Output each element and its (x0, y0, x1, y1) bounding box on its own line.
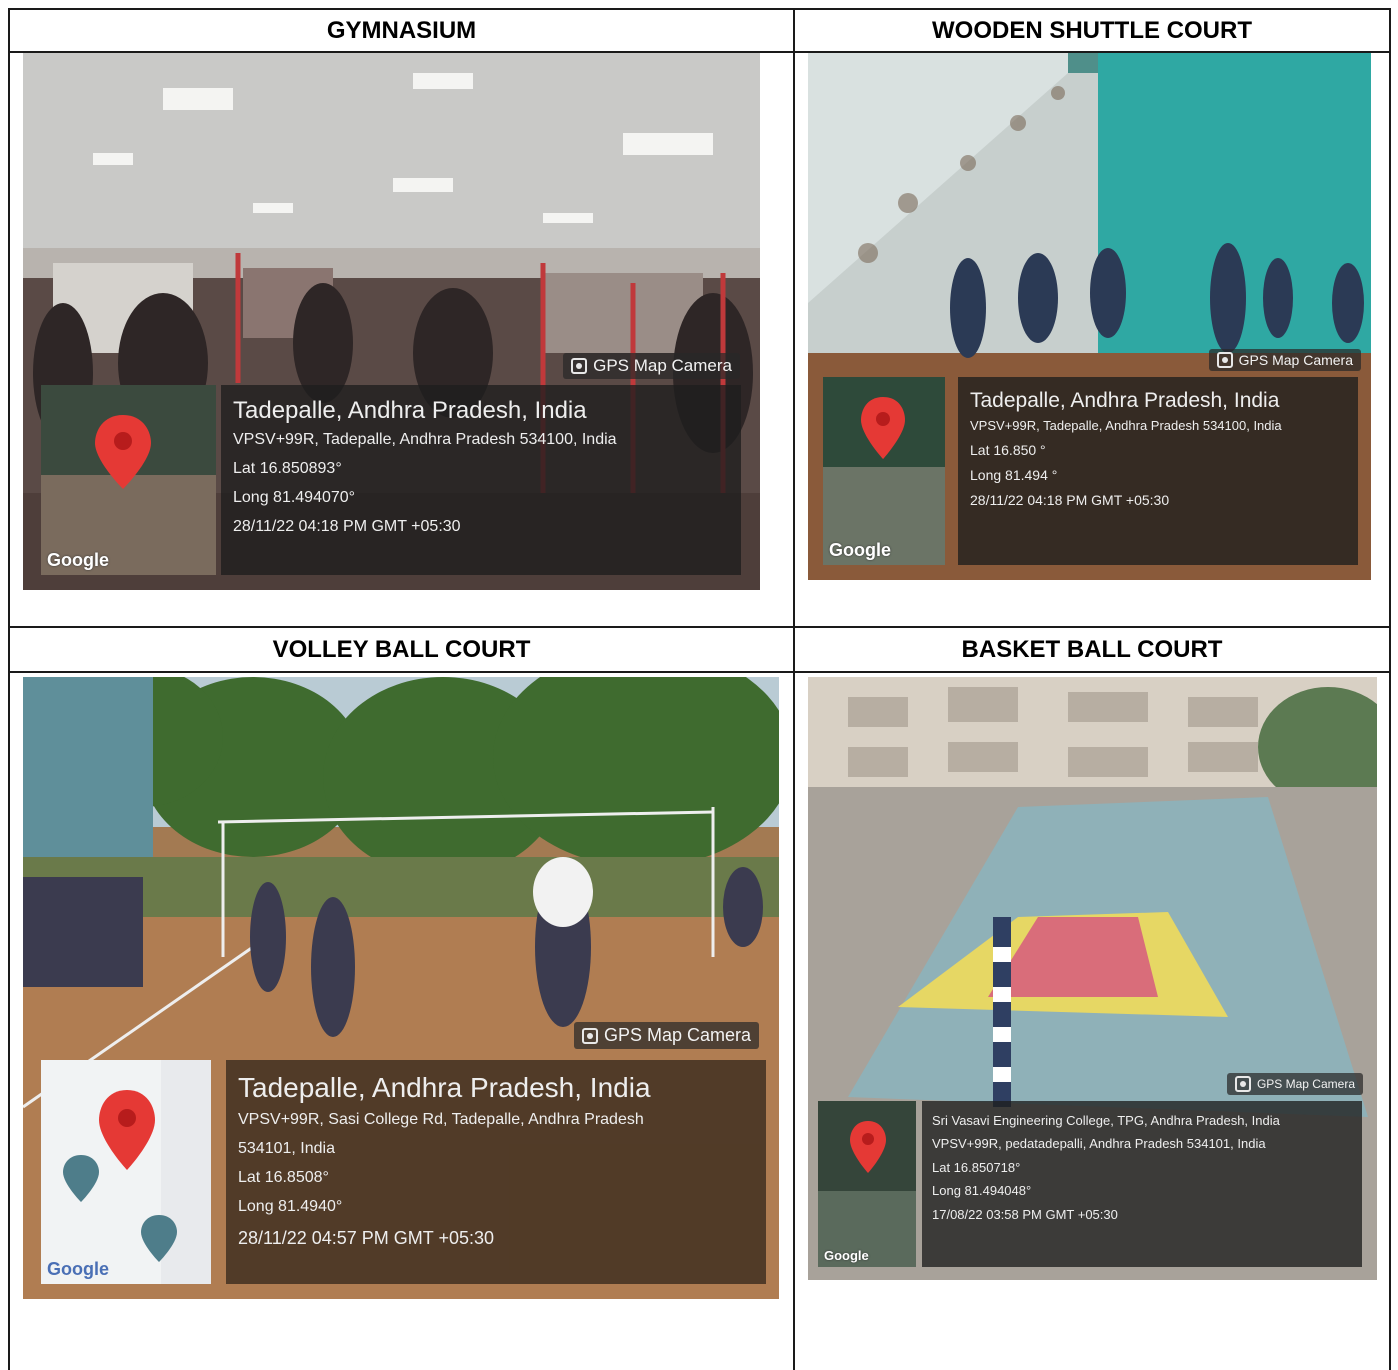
badge-label: GPS Map Camera (603, 1025, 751, 1045)
header-volley-ball-court: VOLLEY BALL COURT (272, 635, 531, 663)
place-name: Sri Vasavi Engineering College, TPG, And… (932, 1113, 1280, 1128)
table-header-rule-2 (8, 671, 1391, 673)
badge-label: GPS Map Camera (1256, 1077, 1355, 1091)
header-gymnasium: GYMNASIUM (326, 16, 477, 44)
place-name: Tadepalle, Andhra Pradesh, India (233, 397, 587, 424)
address-line: VPSV+99R, Sasi College Rd, Tadepalle, An… (238, 1111, 644, 1129)
photo-gymnasium: GPS Map Camera Google Tadepalle, Andhra … (23, 53, 760, 590)
google-logo: Google (47, 1259, 109, 1279)
header-basket-ball-court: BASKET BALL COURT (961, 635, 1223, 663)
address-line-2: 534101, India (238, 1140, 335, 1158)
map-thumbnail: Google (823, 377, 945, 565)
location-info-panel: Tadepalle, Andhra Pradesh, India VPSV+99… (226, 1060, 766, 1284)
longitude: Long 81.4940° (238, 1197, 343, 1215)
gps-map-camera-badge: GPS Map Camera (573, 1022, 759, 1049)
google-logo: Google (824, 1248, 869, 1263)
longitude: Long 81.494 ° (970, 466, 1058, 483)
latitude: Lat 16.8508° (238, 1168, 329, 1186)
place-name: Tadepalle, Andhra Pradesh, India (238, 1072, 651, 1103)
gps-map-camera-badge: GPS Map Camera (1226, 1073, 1363, 1095)
map-thumbnail: Google (41, 1060, 211, 1284)
gps-map-camera-badge: GPS Map Camera (563, 353, 740, 379)
table-border-right (1389, 8, 1391, 1370)
badge-label: GPS Map Camera (593, 356, 732, 375)
map-thumbnail: Google (818, 1101, 916, 1267)
gps-map-camera-badge: GPS Map Camera (1208, 349, 1361, 371)
timestamp: 28/11/22 04:18 PM GMT +05:30 (970, 492, 1170, 509)
google-logo: Google (829, 540, 891, 560)
table-border-left (8, 8, 10, 1370)
longitude: Long 81.494048° (932, 1183, 1032, 1199)
location-info-panel: Tadepalle, Andhra Pradesh, India VPSV+99… (221, 385, 741, 575)
badge-label: GPS Map Camera (1238, 352, 1353, 368)
latitude: Lat 16.850 ° (970, 441, 1046, 458)
photo-basket-ball-court: GPS Map Camera Google Sri Vasavi Enginee… (808, 677, 1377, 1280)
table-column-divider (793, 8, 795, 1370)
camera-icon (1234, 1076, 1251, 1092)
location-info-panel: Sri Vasavi Engineering College, TPG, And… (922, 1101, 1362, 1267)
place-name: Tadepalle, Andhra Pradesh, India (970, 389, 1280, 412)
camera-icon (571, 358, 588, 374)
address-line: VPSV+99R, Tadepalle, Andhra Pradesh 5341… (970, 418, 1282, 434)
location-info-panel: Tadepalle, Andhra Pradesh, India VPSV+99… (958, 377, 1358, 565)
photo-wooden-shuttle-court: GPS Map Camera Google Tadepalle, Andhra … (808, 53, 1371, 580)
camera-icon (581, 1027, 598, 1044)
timestamp: 28/11/22 04:57 PM GMT +05:30 (238, 1227, 494, 1248)
header-wooden-shuttle-court: WOODEN SHUTTLE COURT (932, 16, 1252, 44)
address-line: VPSV+99R, pedatadepalli, Andhra Pradesh … (932, 1136, 1266, 1152)
map-thumbnail: Google (41, 385, 216, 575)
timestamp: 17/08/22 03:58 PM GMT +05:30 (932, 1206, 1118, 1222)
latitude: Lat 16.850893° (233, 459, 342, 477)
google-logo: Google (47, 550, 109, 570)
camera-icon (1216, 352, 1233, 368)
latitude: Lat 16.850718° (932, 1159, 1021, 1175)
photo-volley-ball-court: GPS Map Camera Google Tadepalle, Andhra … (23, 677, 779, 1299)
timestamp: 28/11/22 04:18 PM GMT +05:30 (233, 517, 461, 535)
address-line: VPSV+99R, Tadepalle, Andhra Pradesh 5341… (233, 431, 617, 449)
longitude: Long 81.494070° (233, 488, 356, 506)
